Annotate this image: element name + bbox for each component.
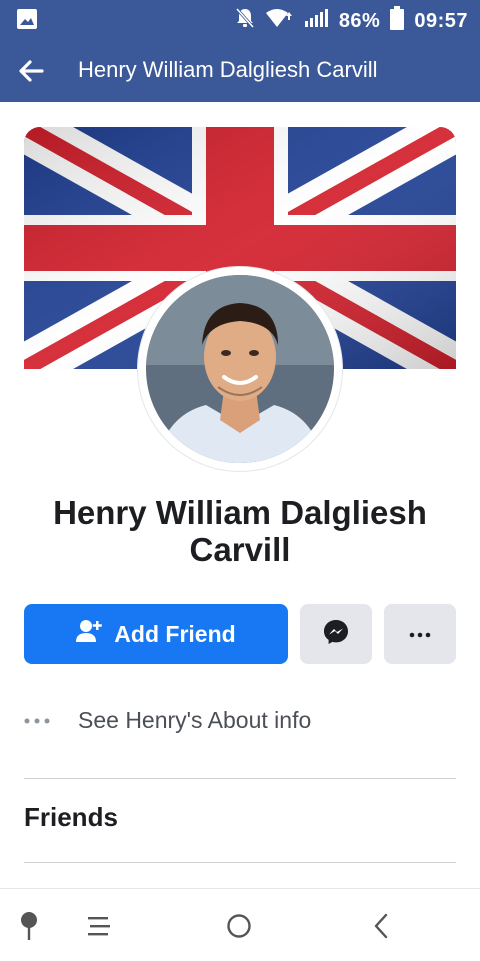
back-chevron-icon[interactable] xyxy=(364,909,398,943)
home-circle-icon[interactable] xyxy=(222,909,256,943)
battery-percent: 86% xyxy=(338,9,381,32)
gallery-icon xyxy=(16,8,38,35)
about-label: See Henry's About info xyxy=(78,706,312,733)
menu-icon[interactable] xyxy=(82,909,116,943)
avatar[interactable] xyxy=(146,275,334,463)
arrow-left-icon[interactable] xyxy=(16,56,46,86)
mute-icon xyxy=(235,7,255,35)
divider xyxy=(24,862,456,863)
signal-icon xyxy=(303,8,329,34)
divider xyxy=(24,778,456,779)
header-title: Henry William Dalgliesh Carvill xyxy=(78,57,378,82)
messenger-icon xyxy=(323,619,349,650)
status-bar: 86% 09:57 xyxy=(0,0,480,38)
more-icon xyxy=(409,625,431,643)
add-person-icon xyxy=(76,619,103,649)
profile-name: Henry William Dalgliesh Carvill xyxy=(53,494,427,568)
friends-section-title: Friends xyxy=(24,802,118,832)
see-about-info-link[interactable]: See Henry's About info xyxy=(24,700,456,740)
battery-icon xyxy=(390,6,405,36)
system-nav-bar xyxy=(0,888,480,961)
message-button[interactable] xyxy=(300,604,372,664)
app-header: Henry William Dalgliesh Carvill xyxy=(0,38,480,102)
pin-icon[interactable] xyxy=(12,909,46,943)
add-friend-label: Add Friend xyxy=(114,620,236,647)
add-friend-button[interactable]: Add Friend xyxy=(24,604,288,664)
clock: 09:57 xyxy=(414,9,468,32)
wifi-icon xyxy=(265,8,293,34)
ellipsis-icon xyxy=(24,711,78,729)
more-options-button[interactable] xyxy=(384,604,456,664)
